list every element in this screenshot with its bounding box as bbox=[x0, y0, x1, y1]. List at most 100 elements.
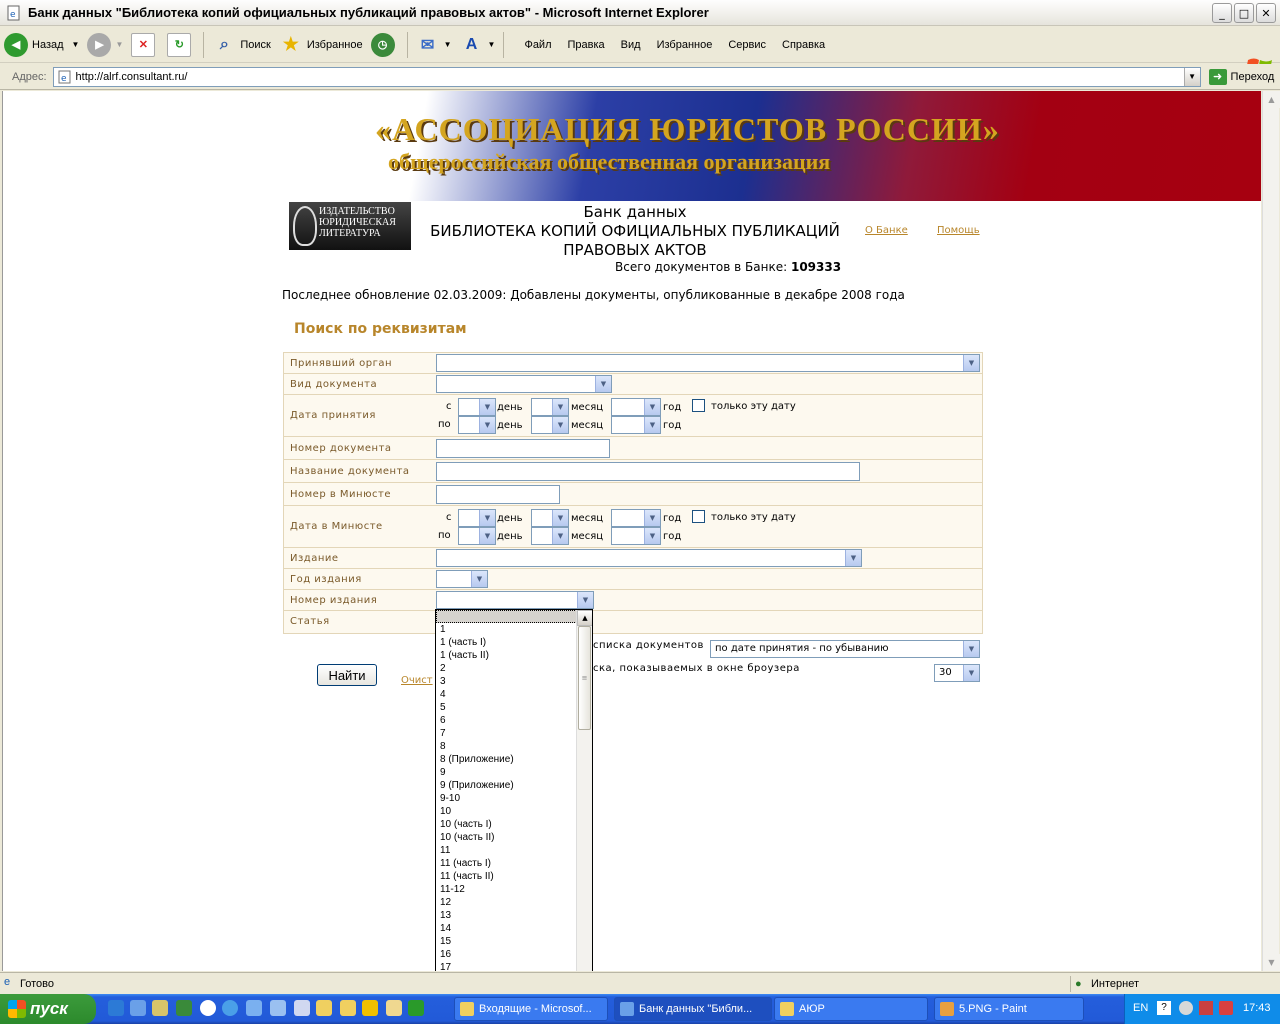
dropdown-option[interactable]: 4 bbox=[436, 688, 577, 701]
minjust-from-year[interactable]: ▼ bbox=[611, 509, 661, 527]
back-button[interactable]: ◀ Назад ▼ bbox=[0, 30, 83, 60]
tray-app-icon[interactable] bbox=[1179, 1001, 1193, 1015]
font-size-button[interactable]: A ▼ bbox=[456, 30, 500, 60]
dropdown-option[interactable]: 3 bbox=[436, 675, 577, 688]
minimize-icon[interactable]: _ bbox=[1212, 3, 1232, 23]
dropdown-option[interactable]: 10 (часть I) bbox=[436, 818, 577, 831]
minjust-to-month[interactable]: ▼ bbox=[531, 527, 569, 545]
date-from-year[interactable]: ▼ bbox=[611, 398, 661, 416]
dropdown-scrollbar[interactable]: ▲ ≡ ▼ bbox=[576, 610, 592, 971]
search-button[interactable]: ⌕ Поиск bbox=[208, 30, 274, 60]
tray-app-icon[interactable] bbox=[1219, 1001, 1233, 1015]
stop-button[interactable]: ✕ bbox=[127, 30, 163, 60]
menu-help[interactable]: Справка bbox=[774, 39, 833, 51]
minjust-to-day[interactable]: ▼ bbox=[458, 527, 496, 545]
dropdown-option[interactable]: 9 bbox=[436, 766, 577, 779]
dropdown-option[interactable]: 10 bbox=[436, 805, 577, 818]
dropdown-option[interactable]: 8 bbox=[436, 740, 577, 753]
menu-file[interactable]: Файл bbox=[516, 39, 559, 51]
minjust-only-this-date-checkbox[interactable] bbox=[692, 510, 705, 523]
menu-tools[interactable]: Сервис bbox=[720, 39, 774, 51]
dropdown-option[interactable]: 10 (часть II) bbox=[436, 831, 577, 844]
close-icon[interactable]: ✕ bbox=[1256, 3, 1276, 23]
forward-button[interactable]: ▶ ▼ bbox=[83, 30, 127, 60]
edition-number-dropdown-list[interactable]: 11 (часть I) 1 (часть II) 2 3 4 5 6 7 8 8 (Прилож… bbox=[435, 609, 593, 971]
edition-select[interactable]: ▼ bbox=[436, 549, 862, 567]
ie-quicklaunch-icon[interactable] bbox=[222, 1000, 238, 1016]
only-this-date-checkbox[interactable] bbox=[692, 399, 705, 412]
scroll-up-icon[interactable]: ▲ bbox=[577, 610, 592, 626]
favorites-button[interactable]: ★ Избранное bbox=[275, 30, 367, 60]
edition-number-select[interactable]: ▼ bbox=[436, 591, 594, 609]
play-quicklaunch-icon[interactable] bbox=[408, 1000, 424, 1016]
help-link[interactable]: Помощь bbox=[937, 225, 980, 236]
dropdown-option[interactable]: 6 bbox=[436, 714, 577, 727]
scroll-down-icon[interactable]: ▼ bbox=[1263, 954, 1280, 971]
find-button[interactable]: Найти bbox=[317, 664, 377, 686]
date-to-year[interactable]: ▼ bbox=[611, 416, 661, 434]
dropdown-option[interactable]: 9 (Приложение) bbox=[436, 779, 577, 792]
dropdown-option[interactable]: 11 (часть II) bbox=[436, 870, 577, 883]
taskbar-item-paint[interactable]: 5.PNG - Paint bbox=[934, 997, 1084, 1021]
dropdown-option[interactable]: 11-12 bbox=[436, 883, 577, 896]
scroll-up-icon[interactable]: ▲ bbox=[1263, 91, 1280, 108]
dropdown-option[interactable]: 11 bbox=[436, 844, 577, 857]
dropdown-option[interactable]: 17 bbox=[436, 961, 577, 971]
help-icon[interactable]: ? bbox=[1157, 1001, 1171, 1015]
maximize-icon[interactable]: □ bbox=[1234, 3, 1254, 23]
scroll-thumb[interactable]: ≡ bbox=[578, 626, 591, 730]
dropdown-option[interactable]: 13 bbox=[436, 909, 577, 922]
about-link[interactable]: О Банке bbox=[865, 225, 908, 236]
dropdown-option[interactable]: 1 bbox=[436, 623, 577, 636]
app-quicklaunch-icon[interactable] bbox=[270, 1000, 286, 1016]
date-from-month[interactable]: ▼ bbox=[531, 398, 569, 416]
date-from-day[interactable]: ▼ bbox=[458, 398, 496, 416]
go-button[interactable]: ➜ Переход bbox=[1208, 68, 1274, 85]
refresh-button[interactable]: ↻ bbox=[163, 30, 199, 60]
dropdown-option[interactable]: 8 (Приложение) bbox=[436, 753, 577, 766]
folder-quicklaunch-icon[interactable] bbox=[316, 1000, 332, 1016]
doc-type-select[interactable]: ▼ bbox=[436, 375, 612, 393]
minjust-to-year[interactable]: ▼ bbox=[611, 527, 661, 545]
chevron-down-icon[interactable]: ▼ bbox=[72, 40, 80, 49]
menu-view[interactable]: Вид bbox=[613, 39, 649, 51]
folder-quicklaunch-icon[interactable] bbox=[340, 1000, 356, 1016]
app-quicklaunch-icon[interactable] bbox=[294, 1000, 310, 1016]
sort-select[interactable]: по дате принятия - по убыванию ▼ bbox=[710, 640, 980, 658]
taskbar-item-inbox[interactable]: Входящие - Microsof... bbox=[454, 997, 608, 1021]
chevron-down-icon[interactable]: ▼ bbox=[1183, 67, 1200, 86]
minjust-number-input[interactable] bbox=[436, 485, 560, 504]
app-quicklaunch-icon[interactable] bbox=[176, 1000, 192, 1016]
dropdown-option[interactable]: 1 (часть II) bbox=[436, 649, 577, 662]
dropdown-option[interactable]: 15 bbox=[436, 935, 577, 948]
tray-app-icon[interactable] bbox=[1199, 1001, 1213, 1015]
history-button[interactable]: ◷ bbox=[367, 30, 403, 60]
dropdown-option[interactable]: 9-10 bbox=[436, 792, 577, 805]
taskbar-item-folder[interactable]: АЮР bbox=[774, 997, 928, 1021]
minjust-from-day[interactable]: ▼ bbox=[458, 509, 496, 527]
clear-link[interactable]: Очист bbox=[401, 675, 433, 686]
app-quicklaunch-icon[interactable] bbox=[386, 1000, 402, 1016]
doc-name-input[interactable] bbox=[436, 462, 860, 481]
dropdown-option[interactable]: 16 bbox=[436, 948, 577, 961]
mail-button[interactable]: ✉ ▼ bbox=[412, 30, 456, 60]
dropdown-option[interactable]: 1 (часть I) bbox=[436, 636, 577, 649]
dropdown-option[interactable]: 14 bbox=[436, 922, 577, 935]
date-to-month[interactable]: ▼ bbox=[531, 416, 569, 434]
outlook-quicklaunch-icon[interactable] bbox=[130, 1000, 146, 1016]
dropdown-option[interactable] bbox=[436, 610, 577, 623]
count-select[interactable]: 30 ▼ bbox=[934, 664, 980, 682]
app-quicklaunch-icon[interactable] bbox=[152, 1000, 168, 1016]
minjust-from-month[interactable]: ▼ bbox=[531, 509, 569, 527]
page-scrollbar[interactable]: ▲ ▼ bbox=[1262, 91, 1280, 971]
dropdown-option[interactable]: 11 (часть I) bbox=[436, 857, 577, 870]
media-quicklaunch-icon[interactable] bbox=[200, 1000, 216, 1016]
edition-year-select[interactable]: ▼ bbox=[436, 570, 488, 588]
date-to-day[interactable]: ▼ bbox=[458, 416, 496, 434]
dropdown-option[interactable]: 5 bbox=[436, 701, 577, 714]
organ-select[interactable]: ▼ bbox=[436, 354, 980, 372]
menu-favorites[interactable]: Избранное bbox=[649, 39, 721, 51]
doc-number-input[interactable] bbox=[436, 439, 610, 458]
language-indicator[interactable]: EN bbox=[1133, 1002, 1148, 1014]
address-input[interactable]: e http://alrf.consultant.ru/ ▼ bbox=[52, 66, 1201, 87]
